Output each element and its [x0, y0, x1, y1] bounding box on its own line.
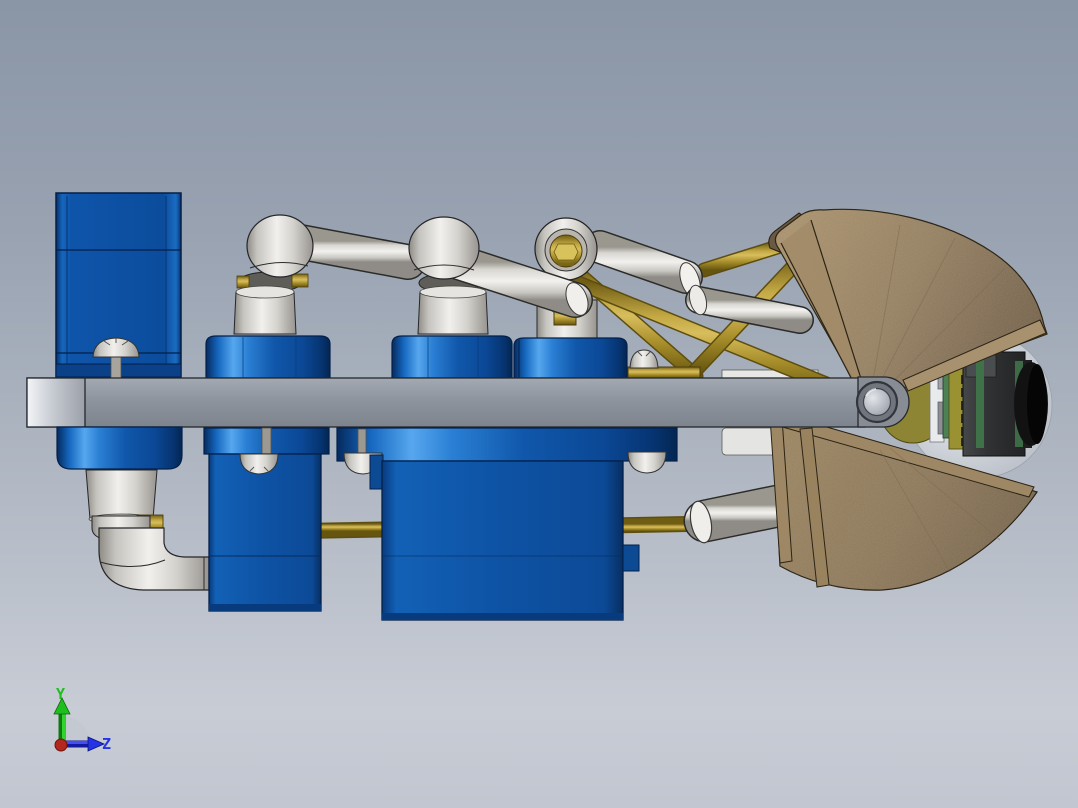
support-beam[interactable] — [26, 376, 910, 428]
horn-cylinder-left — [85, 469, 158, 520]
cad-viewport[interactable]: Y Z — [0, 0, 1078, 808]
beam-left-end — [26, 377, 86, 428]
axis-y-label: Y — [56, 685, 65, 703]
servo-motor-3-top[interactable] — [513, 337, 628, 379]
lower-cylinder[interactable] — [685, 485, 803, 541]
screw-shaft — [110, 355, 122, 379]
rod-anchor-plate — [627, 366, 701, 379]
elbow-joint-1[interactable] — [246, 214, 314, 278]
axis-z-label: Z — [102, 735, 111, 753]
servo-motor-1-top[interactable] — [205, 335, 331, 379]
servo-cylinders-top[interactable] — [205, 335, 701, 379]
servo-flange-2 — [336, 427, 678, 462]
servo-motor-2-body[interactable] — [381, 460, 624, 621]
viewport-canvas[interactable]: Y Z — [0, 0, 1078, 808]
camera-lens-glass — [1027, 364, 1047, 444]
servo-tab — [622, 544, 640, 572]
base-servo-box[interactable] — [55, 192, 182, 379]
brass-tab — [236, 275, 250, 289]
brass-tab — [291, 273, 309, 288]
servo-flange-left — [56, 426, 183, 470]
servo-motor-2-top[interactable] — [391, 335, 513, 379]
servo-tab — [369, 454, 384, 490]
camera-green-ring — [976, 360, 984, 448]
axis-origin — [54, 738, 68, 752]
servo-motor-1-body[interactable] — [208, 453, 322, 612]
elbow-joint-2[interactable] — [408, 216, 480, 280]
